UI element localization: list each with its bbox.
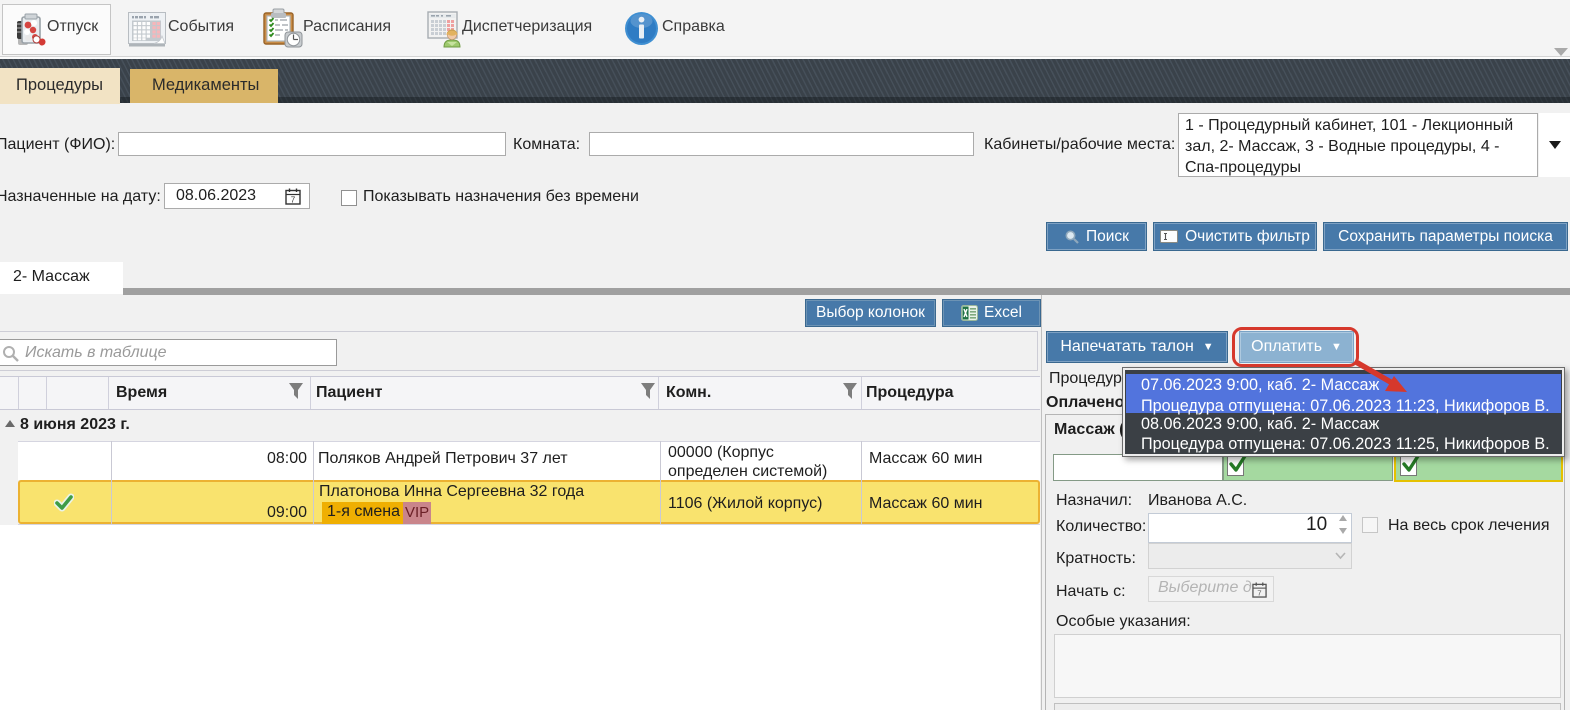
svg-text:7: 7 xyxy=(1257,589,1261,598)
svg-text:7: 7 xyxy=(291,196,296,205)
